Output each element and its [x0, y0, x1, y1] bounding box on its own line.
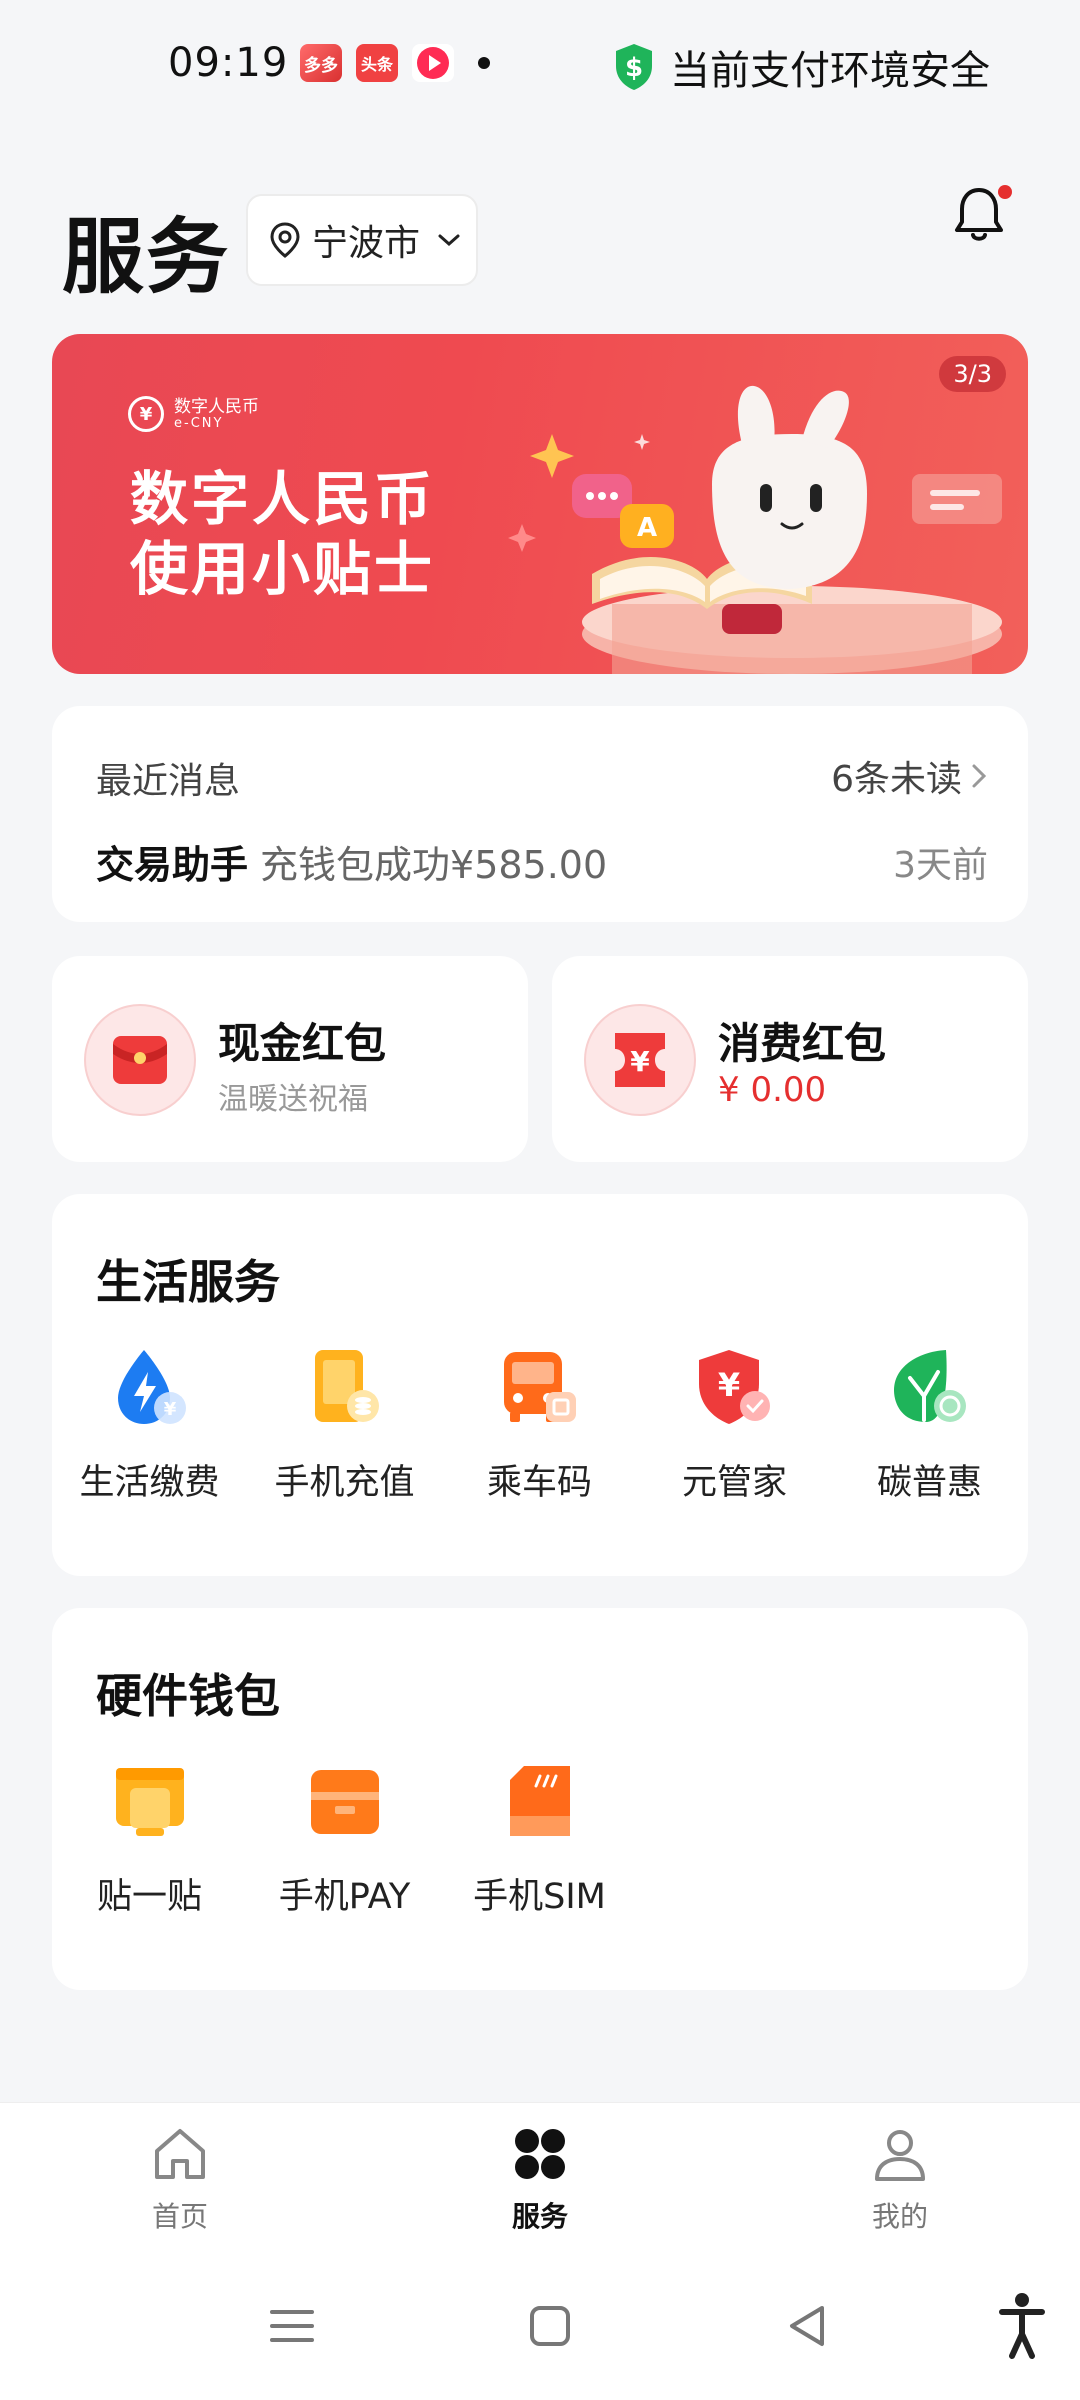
service-label: 生活缴费: [79, 1463, 220, 1503]
phone-pay-icon: [310, 1770, 379, 1834]
home-square-icon[interactable]: [520, 2296, 580, 2356]
video-app-icon: [412, 44, 454, 82]
shield-icon: $: [616, 44, 652, 90]
service-label: 乘车码: [486, 1463, 592, 1503]
message-content: 充钱包成功¥585.00: [260, 843, 608, 887]
status-bar: 09:19 多多 头条 $ 当前支付环境安全: [0, 0, 1080, 130]
wallet-phone-sim[interactable]: 手机SIM: [442, 1758, 637, 1919]
tap-card-icon: [115, 1768, 184, 1836]
wallet-phone-pay[interactable]: 手机PAY: [247, 1758, 442, 1919]
service-yuan-steward[interactable]: ¥ 元管家: [637, 1344, 832, 1505]
message-time: 3天前: [893, 845, 988, 886]
sim-card-icon: [509, 1766, 570, 1836]
utility-bill-icon: ¥: [117, 1350, 186, 1424]
cash-red-packet-card[interactable]: 现金红包 温暖送祝福: [52, 956, 528, 1162]
ecny-logo-icon: ¥: [128, 396, 164, 432]
svg-text:A: A: [637, 513, 657, 543]
nav-services[interactable]: 服务: [460, 2123, 620, 2235]
svg-text:¥: ¥: [717, 1366, 739, 1404]
payment-security-status: $ 当前支付环境安全: [612, 38, 990, 96]
ecny-brand: ¥ 数字人民币 e-CNY: [128, 396, 259, 432]
home-icon: [155, 2129, 205, 2179]
chevron-down-icon: [438, 234, 460, 247]
ecny-brand-name: 数字人民币: [174, 396, 259, 417]
status-notification-icons: 多多 头条: [300, 44, 490, 82]
consumption-red-packet-amount: ¥ 0.00: [718, 1070, 827, 1110]
hardware-wallet-grid: 贴一贴 手机PAY 手机SIM: [52, 1758, 1028, 1919]
red-envelope-icon: [84, 1004, 196, 1116]
security-text: 当前支付环境安全: [670, 48, 990, 94]
service-phone-recharge[interactable]: 手机充值: [247, 1344, 442, 1505]
hardware-wallet-card: 硬件钱包 贴一贴 手机PAY 手机SIM: [52, 1608, 1028, 1990]
service-label: 元管家: [681, 1463, 787, 1503]
wallet-label: 贴一贴: [96, 1877, 202, 1917]
nav-home[interactable]: 首页: [100, 2123, 260, 2235]
nav-label: 首页: [151, 2200, 208, 2233]
promo-banner[interactable]: ¥ 数字人民币 e-CNY 数字人民币 使用小贴士 3/3 A: [52, 334, 1028, 674]
cash-red-packet-subtitle: 温暖送祝福: [218, 1082, 368, 1117]
chevron-right-icon: [972, 764, 987, 788]
phone-recharge-icon: [314, 1350, 379, 1422]
system-navigation-bar: [0, 2252, 1080, 2400]
back-icon[interactable]: [778, 2296, 838, 2356]
bottom-navigation: 首页 服务 我的: [0, 2102, 1080, 2252]
rabbit-mascot-illustration: A: [508, 385, 1002, 674]
ecny-brand-sub: e-CNY: [174, 415, 224, 431]
notification-bell-icon[interactable]: [946, 180, 1016, 250]
unread-count: 6条未读: [831, 759, 962, 800]
service-utility-bill[interactable]: ¥ 生活缴费: [52, 1344, 247, 1505]
page-title: 服务: [62, 210, 231, 305]
hardware-wallet-title: 硬件钱包: [96, 1669, 280, 1723]
wallet-label: 手机SIM: [473, 1877, 606, 1917]
life-services-title: 生活服务: [96, 1255, 280, 1309]
recent-messages-header: 最近消息: [96, 761, 241, 802]
toutiao-app-icon: 头条: [356, 44, 398, 82]
message-sender: 交易助手: [96, 843, 249, 887]
status-time: 09:19: [168, 40, 289, 86]
consumption-red-packet-title: 消费红包: [718, 1019, 887, 1068]
more-notifications-dot: [478, 57, 490, 69]
pinduoduo-app-icon: 多多: [300, 44, 342, 82]
services-icon: [515, 2129, 565, 2179]
life-services-card: 生活服务 ¥ 生活缴费 手机充值 乘车码 ¥ 元管家 碳普惠: [52, 1194, 1028, 1576]
service-label: 手机充值: [274, 1463, 415, 1503]
yuan-steward-icon: ¥: [698, 1350, 770, 1424]
nav-label: 我的: [871, 2200, 928, 2233]
service-bus-code[interactable]: 乘车码: [442, 1344, 637, 1505]
svg-text:$: $: [625, 53, 643, 83]
cash-red-packet-title: 现金红包: [218, 1019, 387, 1068]
banner-title: 数字人民币 使用小贴士: [130, 465, 436, 603]
location-pin-icon: [270, 222, 300, 258]
recent-messages-card[interactable]: 最近消息 6条未读 交易助手 充钱包成功¥585.00 3天前: [52, 706, 1028, 922]
service-label: 碳普惠: [876, 1463, 982, 1503]
city-selector[interactable]: 宁波市: [246, 194, 478, 286]
unread-count-link[interactable]: 6条未读: [831, 750, 988, 802]
profile-icon: [875, 2130, 925, 2181]
carbon-inclusive-icon: [893, 1350, 966, 1422]
svg-text:¥: ¥: [630, 1045, 650, 1078]
consumption-red-packet-card[interactable]: ¥ 消费红包 ¥ 0.00: [552, 956, 1028, 1162]
nav-profile[interactable]: 我的: [820, 2123, 980, 2235]
menu-icon[interactable]: [262, 2296, 322, 2356]
bus-code-icon: [503, 1352, 576, 1422]
accessibility-icon[interactable]: [998, 2290, 1046, 2360]
wallet-tap-card[interactable]: 贴一贴: [52, 1758, 247, 1919]
svg-text:¥: ¥: [163, 1399, 176, 1420]
yuan-ticket-icon: ¥: [584, 1004, 696, 1116]
city-name: 宁波市: [312, 223, 421, 264]
life-services-grid: ¥ 生活缴费 手机充值 乘车码 ¥ 元管家 碳普惠: [52, 1344, 1028, 1505]
wallet-label: 手机PAY: [278, 1877, 411, 1917]
service-carbon-inclusive[interactable]: 碳普惠: [832, 1344, 1027, 1505]
nav-label: 服务: [511, 2200, 568, 2233]
latest-message: 交易助手 充钱包成功¥585.00: [96, 834, 607, 889]
